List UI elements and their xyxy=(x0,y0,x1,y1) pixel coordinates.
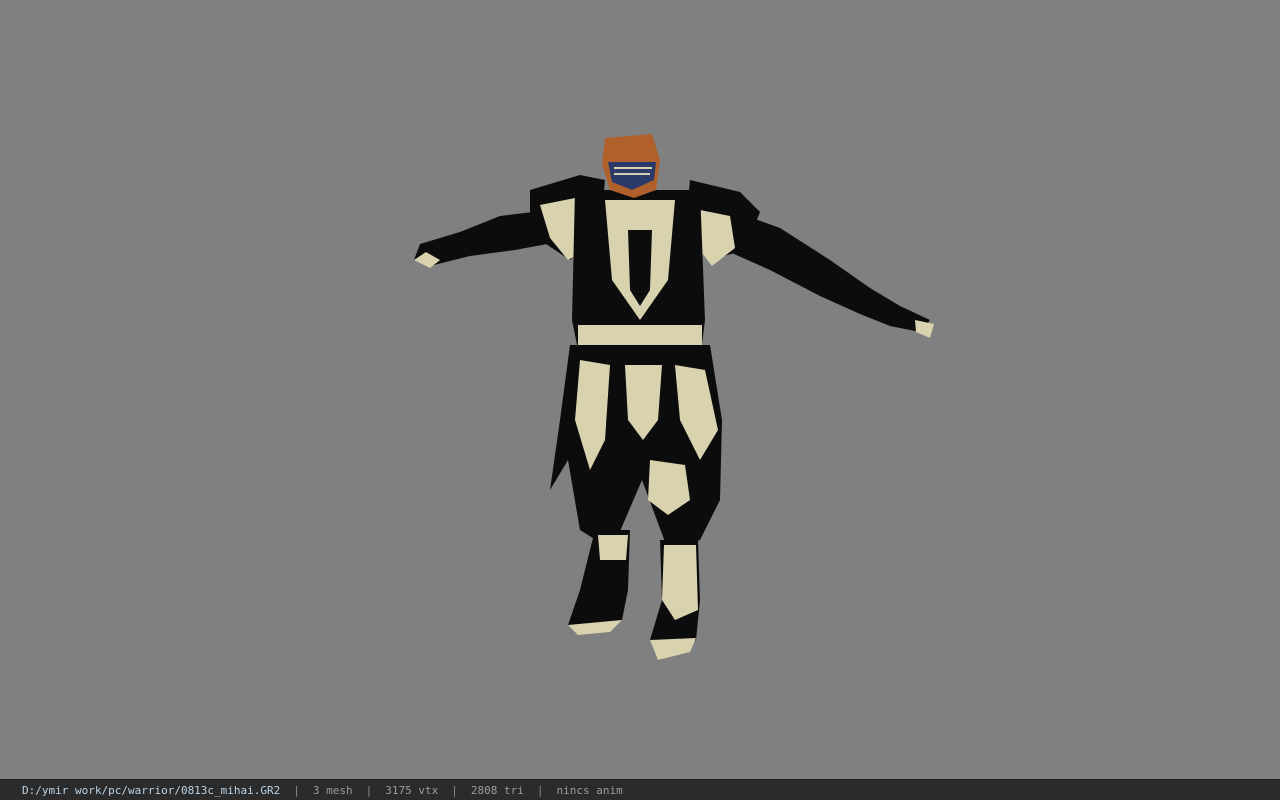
3d-viewport[interactable] xyxy=(0,0,1280,779)
model-arm-right xyxy=(725,210,930,332)
triangle-count-label: 2808 tri xyxy=(470,783,524,797)
separator: | xyxy=(536,783,544,797)
separator: | xyxy=(451,783,458,797)
model-boot-trim-left xyxy=(598,535,628,560)
model-belt xyxy=(578,325,702,347)
separator: | xyxy=(293,783,300,797)
separator: | xyxy=(365,783,373,797)
file-path-label: D:/ymir work/pc/warrior/0813c_mihai.GR2 xyxy=(22,783,281,797)
model-hand-right xyxy=(915,320,934,338)
status-bar: D:/ymir work/pc/warrior/0813c_mihai.GR2 … xyxy=(0,779,1280,800)
character-model xyxy=(414,134,934,660)
model-foot-right xyxy=(650,638,696,660)
animation-status-label: nincs anim xyxy=(556,783,623,797)
mesh-count-label: 3 mesh xyxy=(312,783,353,797)
vertex-count-label: 3175 vtx xyxy=(385,783,439,797)
